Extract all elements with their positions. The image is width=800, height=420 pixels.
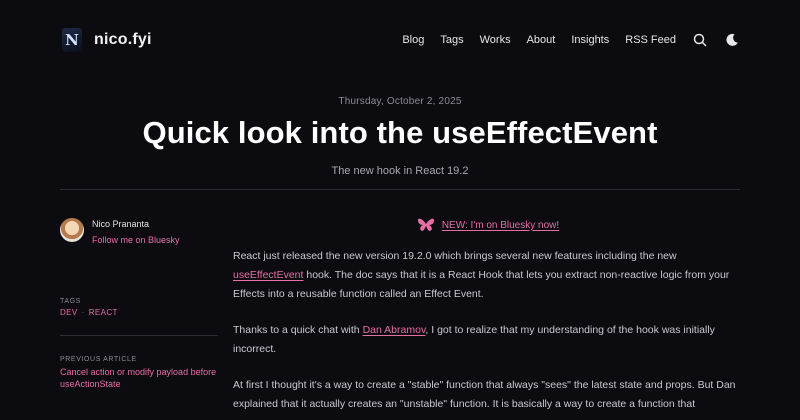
paragraph-text: Thanks to a quick chat with [233, 324, 363, 336]
paragraph-text: hook. The doc says that it is a React Ho… [233, 269, 730, 300]
useeffectevent-link[interactable]: useEffectEvent [233, 269, 303, 281]
tags-section: TAGS DEV · REACT [60, 298, 220, 317]
article-body: NEW: I'm on Bluesky now! React just rele… [233, 217, 743, 414]
site-name: nico.fyi [94, 31, 152, 48]
sidebar-divider [60, 335, 218, 336]
post-date: Thursday, October 2, 2025 [338, 96, 462, 107]
previous-article-section: PREVIOUS ARTICLE Cancel action or modify… [60, 356, 220, 390]
paragraph-3: At first I thought it's a way to create … [233, 379, 736, 410]
site-header: N nico.fyi Blog Tags Works About Insight… [0, 0, 800, 80]
home-link[interactable]: N nico.fyi [62, 28, 152, 52]
tag-separator: · [81, 308, 85, 317]
post-sidebar: Nico Prananta Follow me on Bluesky TAGS … [60, 215, 220, 390]
previous-article-label: PREVIOUS ARTICLE [60, 356, 137, 363]
tag-react[interactable]: REACT [89, 308, 118, 317]
nav-blog[interactable]: Blog [402, 30, 424, 50]
dan-abramov-link[interactable]: Dan Abramov [363, 324, 426, 336]
previous-article-link[interactable]: Cancel action or modify payload before u… [60, 366, 220, 390]
nav-insights[interactable]: Insights [571, 30, 609, 50]
paragraph-1: React just released the new version 19.2… [233, 247, 743, 304]
main-nav: Blog Tags Works About Insights RSS Feed [402, 30, 740, 50]
nav-works[interactable]: Works [480, 30, 511, 50]
bluesky-promo-link[interactable]: NEW: I'm on Bluesky now! [442, 220, 559, 231]
tag-dev[interactable]: DEV [60, 308, 78, 317]
moon-icon[interactable] [724, 32, 740, 48]
tags-label: TAGS [60, 298, 81, 305]
post-title: Quick look into the useEffectEvent [142, 115, 658, 150]
post-header: Thursday, October 2, 2025 Quick look int… [60, 96, 740, 177]
paragraph-text: React just released the new version 19.2… [233, 250, 677, 262]
author-name: Nico Prananta [92, 219, 150, 229]
tag-list: DEV · REACT [60, 308, 220, 317]
author-card: Nico Prananta Follow me on Bluesky [60, 215, 220, 248]
follow-bluesky-link[interactable]: Follow me on Bluesky [92, 235, 180, 245]
nav-rss-feed[interactable]: RSS Feed [625, 30, 676, 50]
avatar [60, 218, 84, 242]
site-logo: N [62, 28, 82, 52]
post-subtitle: The new hook in React 19.2 [331, 165, 469, 177]
paragraph-2: Thanks to a quick chat with Dan Abramov,… [233, 321, 743, 359]
bluesky-promo: NEW: I'm on Bluesky now! [233, 217, 743, 233]
header-divider [60, 189, 740, 190]
search-icon[interactable] [692, 32, 708, 48]
nav-about[interactable]: About [527, 30, 556, 50]
butterfly-icon [417, 218, 434, 231]
nav-tags[interactable]: Tags [440, 30, 463, 50]
